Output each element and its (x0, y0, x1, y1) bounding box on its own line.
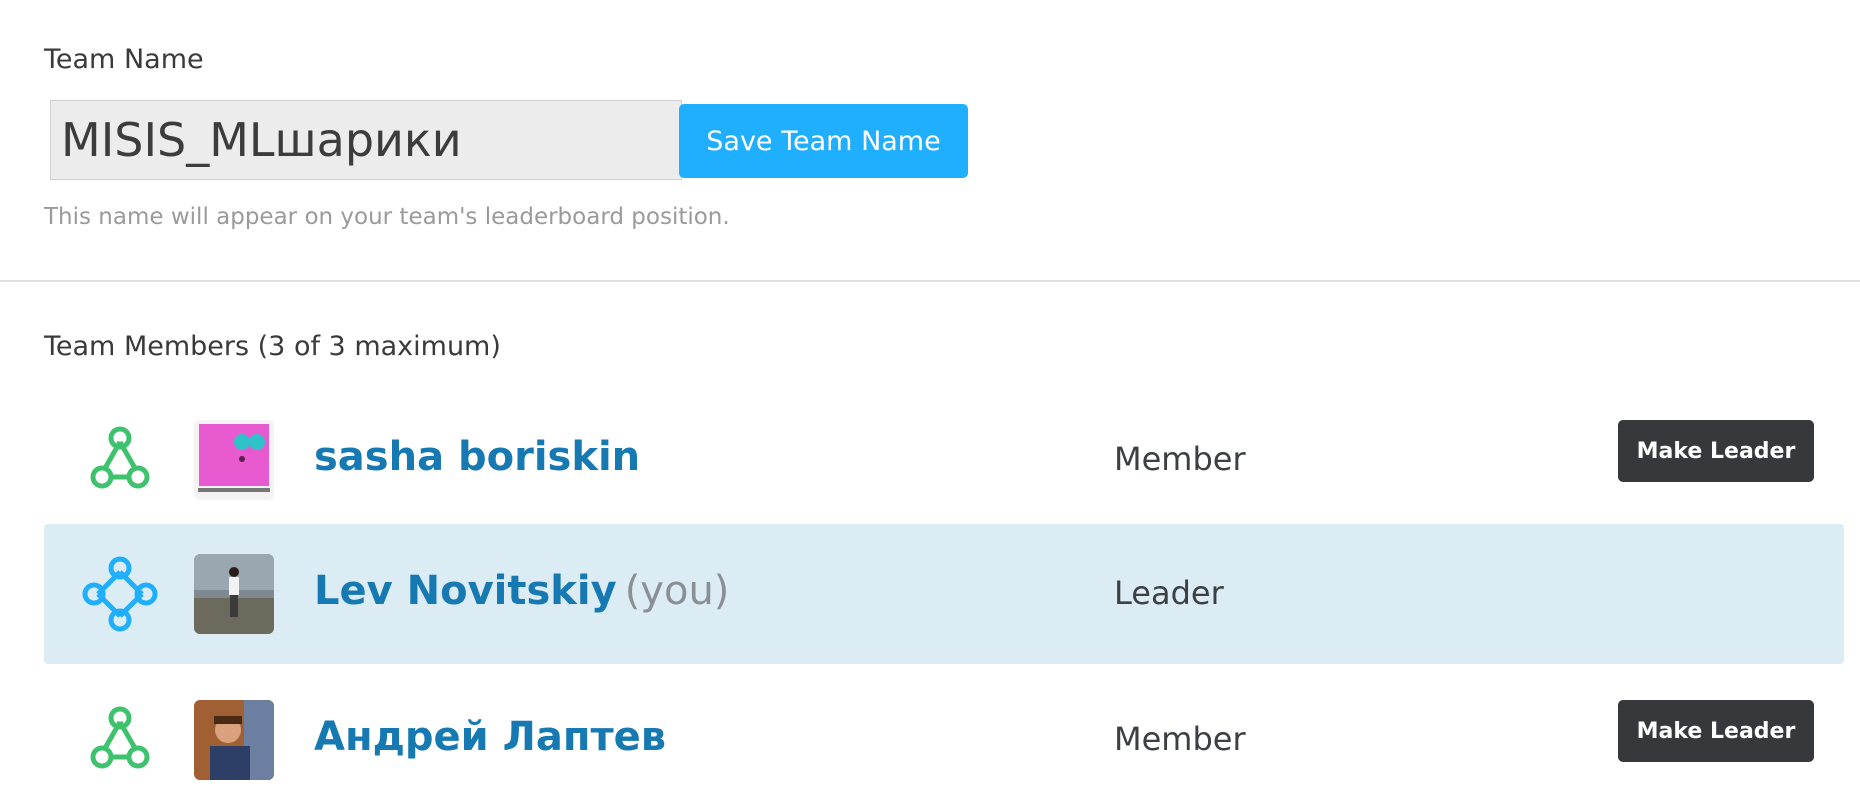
member-name-link[interactable]: sasha boriskin (314, 434, 640, 480)
member-role: Member (1114, 440, 1246, 478)
save-team-name-button[interactable]: Save Team Name (679, 104, 968, 178)
avatar[interactable] (194, 554, 274, 634)
member-network-icon (90, 426, 150, 489)
member-role: Member (1114, 720, 1246, 758)
you-tag: (you) (624, 568, 730, 614)
member-name-link[interactable]: Андрей Лаптев (314, 714, 666, 760)
leader-diamond-icon (82, 556, 158, 632)
avatar[interactable] (194, 420, 274, 500)
team-name-input[interactable] (50, 100, 682, 180)
team-name-label: Team Name (44, 44, 204, 75)
member-row: Андрей Лаптев Member Make Leader (44, 670, 1844, 810)
member-name[interactable]: Lev Novitskiy (314, 568, 617, 614)
make-leader-button[interactable]: Make Leader (1618, 700, 1814, 762)
section-divider (0, 280, 1860, 282)
member-name[interactable]: sasha boriskin (314, 434, 640, 480)
team-members-heading: Team Members (3 of 3 maximum) (44, 331, 501, 362)
team-settings-page: Team Name Save Team Name This name will … (0, 0, 1860, 812)
avatar[interactable] (194, 700, 274, 780)
team-name-help-text: This name will appear on your team's lea… (44, 204, 730, 230)
member-role: Leader (1114, 574, 1224, 612)
member-name-link[interactable]: Lev Novitskiy (you) (314, 568, 729, 614)
member-row-current-user: Lev Novitskiy (you) Leader (44, 524, 1844, 664)
make-leader-button[interactable]: Make Leader (1618, 420, 1814, 482)
member-name[interactable]: Андрей Лаптев (314, 714, 666, 760)
member-row: sasha boriskin Member Make Leader (44, 390, 1844, 530)
member-network-icon (90, 706, 150, 769)
